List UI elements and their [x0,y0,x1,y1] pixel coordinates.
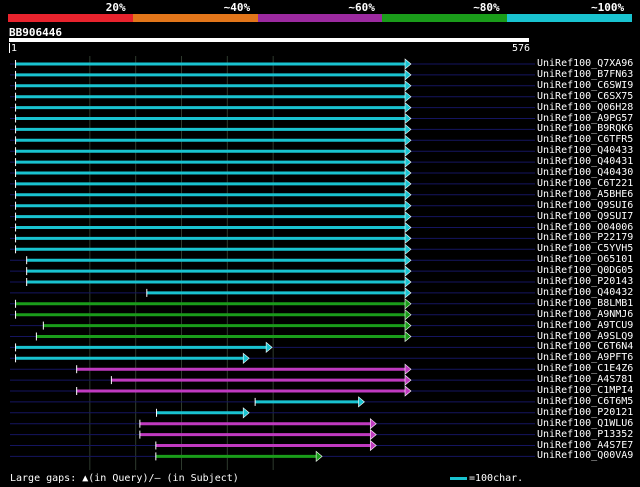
hit-label[interactable]: UniRef100_P22179 [537,232,633,243]
hit-arrow-icon [242,407,250,419]
hit-label[interactable]: UniRef100_A9SLQ9 [537,331,633,342]
scale-bar [450,476,467,480]
hit-label[interactable]: UniRef100_A4S781 [537,374,633,385]
hit-arrow-icon [404,167,412,179]
hit-arrow-icon [404,309,412,321]
hit-label[interactable]: UniRef100_C6SX75 [537,91,633,102]
hit-label[interactable]: UniRef100_Q7XA96 [537,58,633,69]
hit-label[interactable]: UniRef100_P20121 [537,407,633,418]
hit-arrow-icon [404,200,412,212]
hit-arrow-icon [404,221,412,234]
hit-arrow-icon [404,232,412,245]
hit-arrow-icon [404,145,412,157]
hit-arrow-icon [404,210,412,223]
hit-label[interactable]: UniRef100_O65101 [537,254,633,265]
hit-label[interactable]: UniRef100_Q00VA9 [537,450,633,461]
hit-label[interactable]: UniRef100_C6T6M5 [537,396,633,407]
hit-arrow-icon [242,352,250,364]
hit-label[interactable]: UniRef100_Q0DG05 [537,265,633,276]
hit-label[interactable]: UniRef100_C5YVH5 [537,243,633,254]
hit-label[interactable]: UniRef100_B8LMB1 [537,298,633,309]
hit-label[interactable]: UniRef100_Q40433 [537,145,633,156]
hit-label[interactable]: UniRef100_A9PG57 [537,113,633,124]
hit-label[interactable]: UniRef100_Q40432 [537,287,633,298]
hit-arrow-icon [404,178,412,190]
hit-label[interactable]: UniRef100_A9TCU9 [537,320,633,331]
hit-arrow-icon [404,276,412,288]
hit-arrow-icon [404,319,412,332]
hit-label[interactable]: UniRef100_O04006 [537,222,633,233]
hit-arrow-icon [404,112,412,125]
hit-label[interactable]: UniRef100_Q9SUI6 [537,200,633,211]
hit-arrow-icon [404,189,412,201]
hit-label[interactable]: UniRef100_B9RQK6 [537,123,633,134]
hit-arrow-icon [315,450,323,463]
hit-label[interactable]: UniRef100_Q9SUI7 [537,211,633,222]
hit-arrow-icon [404,298,412,310]
hit-label[interactable]: UniRef100_C1MPI4 [537,385,633,396]
hit-label[interactable]: UniRef100_C6TFR5 [537,134,633,145]
hit-arrow-icon [404,330,412,343]
hit-label[interactable]: UniRef100_Q40431 [537,156,633,167]
hit-arrow-icon [404,265,412,277]
hit-arrow-icon [369,439,377,452]
hit-arrow-icon [404,287,412,299]
hit-label[interactable]: UniRef100_A9NMJ6 [537,309,633,320]
hit-arrow-icon [404,374,412,386]
hit-label[interactable]: UniRef100_C6T221 [537,178,633,189]
hit-arrow-icon [369,428,377,441]
hit-arrow-icon [404,58,412,70]
hit-label[interactable]: UniRef100_P20143 [537,276,633,287]
hit-arrow-icon [404,101,412,114]
hit-label[interactable]: UniRef100_C6SWI9 [537,80,633,91]
hit-label[interactable]: UniRef100_A9PFT6 [537,352,633,363]
hit-arrow-icon [358,396,365,408]
hit-arrow-icon [404,91,412,103]
hit-arrow-icon [404,254,412,266]
hit-arrow-icon [404,80,412,92]
scale-legend: =100char. [450,473,523,484]
hit-label[interactable]: UniRef100_Q40430 [537,167,633,178]
hit-label[interactable]: UniRef100_A5BHE6 [537,189,633,200]
hit-arrow-icon [265,341,273,354]
hit-arrow-icon [404,134,412,146]
gap-legend: Large gaps: ▲(in Query)/– (in Subject) [10,473,239,484]
hit-arrow-icon [404,243,412,255]
hit-arrow-icon [404,156,412,168]
hit-arrow-icon [404,363,412,375]
hit-label[interactable]: UniRef100_C1E4Z6 [537,363,633,374]
hit-label[interactable]: UniRef100_Q1WLU6 [537,418,633,429]
hit-label[interactable]: UniRef100_A4S7E7 [537,440,633,451]
hit-label[interactable]: UniRef100_B7FN63 [537,69,633,80]
hit-arrow-icon [404,69,412,81]
scale-label: =100char. [469,473,524,484]
hit-label[interactable]: UniRef100_Q06H28 [537,102,633,113]
hit-arrow-icon [404,123,412,136]
hit-arrow-icon [404,385,412,397]
hit-arrow-icon [369,418,377,430]
hit-label[interactable]: UniRef100_P13352 [537,429,633,440]
hit-label[interactable]: UniRef100_C6T6N4 [537,341,633,352]
